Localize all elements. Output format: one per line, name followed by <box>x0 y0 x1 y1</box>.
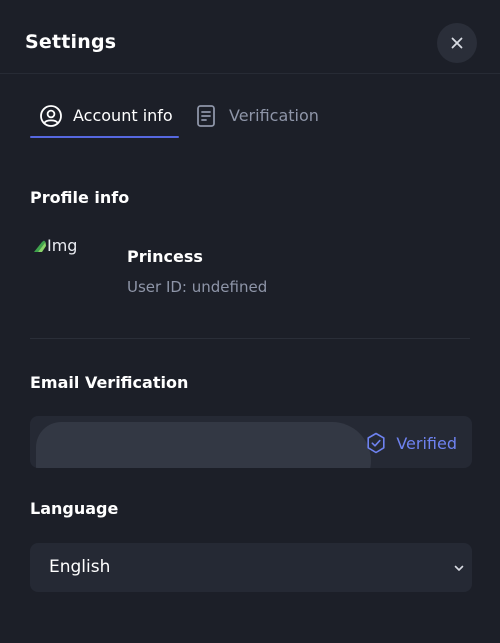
page-title: Settings <box>25 31 117 53</box>
active-tab-indicator <box>30 136 179 138</box>
close-button[interactable] <box>437 23 477 63</box>
user-circle-icon <box>40 104 62 127</box>
language-title: Language <box>30 499 119 518</box>
broken-image-icon <box>34 240 46 252</box>
tab-account-info-label: Account info <box>73 106 173 125</box>
language-value: English <box>49 557 111 577</box>
verified-status: Verified <box>396 433 457 453</box>
settings-header: Settings <box>0 0 500 74</box>
profile-info-title: Profile info <box>30 188 130 207</box>
tab-verification[interactable]: Verification <box>195 92 325 139</box>
settings-panel: Settings Account info Verification Profi… <box>0 0 500 643</box>
language-select[interactable]: English <box>30 543 472 592</box>
avatar: Img <box>33 236 77 255</box>
settings-tabs: Account info Verification <box>0 92 500 140</box>
email-field: Verified <box>30 416 472 468</box>
avatar-alt-text: Img <box>47 236 78 255</box>
verified-badge-icon <box>367 432 385 454</box>
redacted-email <box>36 422 371 468</box>
verified-badge: Verified <box>365 432 457 454</box>
document-icon <box>197 104 215 127</box>
chevron-down-icon <box>454 565 464 571</box>
close-icon <box>451 37 463 49</box>
section-divider <box>30 338 470 339</box>
tab-verification-label: Verification <box>229 106 319 125</box>
tab-account-info[interactable]: Account info <box>30 92 178 139</box>
email-verification-title: Email Verification <box>30 373 189 392</box>
user-id: User ID: undefined <box>127 278 268 296</box>
user-name: Princess <box>127 247 203 266</box>
